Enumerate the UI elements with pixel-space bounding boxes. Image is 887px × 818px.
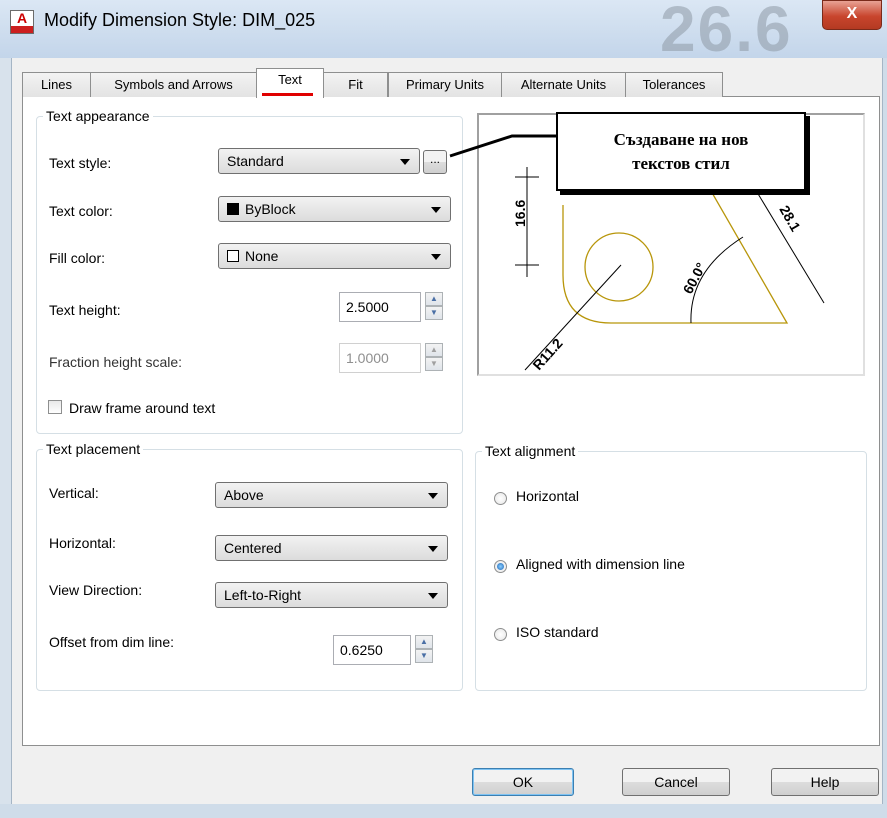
background-drawing-digits: 26.6 (660, 0, 793, 65)
window-edge (0, 58, 11, 804)
chevron-down-icon (428, 493, 438, 499)
chevron-down-icon (428, 593, 438, 599)
title-bar: A Modify Dimension Style: DIM_025 26.6 X (0, 0, 887, 65)
vertical-value: Above (224, 487, 264, 503)
text-placement-legend: Text placement (46, 441, 141, 457)
vertical-select[interactable]: Above (215, 482, 448, 508)
close-button[interactable]: X (822, 0, 882, 30)
spin-down-icon[interactable]: ▼ (425, 306, 443, 320)
dim-slanted-text: 28.1 (776, 203, 804, 235)
text-height-label: Text height: (49, 302, 121, 318)
fill-color-select[interactable]: None (218, 243, 451, 269)
draw-frame-checkbox[interactable] (48, 400, 62, 414)
tab-alternate-units[interactable]: Alternate Units (501, 72, 626, 97)
text-height-value: 2.5000 (346, 299, 389, 315)
offset-label: Offset from dim line: (49, 634, 175, 650)
dim-angle-text: 60.0° (680, 260, 710, 297)
annotation-callout: Създаване на нов текстов стил (556, 112, 806, 191)
vertical-label: Vertical: (49, 485, 99, 501)
text-style-select[interactable]: Standard (218, 148, 420, 174)
annotation-pointer (449, 134, 558, 158)
tab-lines[interactable]: Lines (22, 72, 91, 97)
offset-value: 0.6250 (340, 642, 383, 658)
text-style-value: Standard (227, 153, 284, 169)
horizontal-option-label: Horizontal (516, 488, 580, 504)
chevron-down-icon (431, 254, 441, 260)
dim-vertical-text: 16.6 (512, 200, 528, 227)
text-color-value: ByBlock (245, 201, 296, 217)
chevron-down-icon (431, 207, 441, 213)
horizontal-radio[interactable] (494, 492, 507, 505)
text-appearance-legend: Text appearance (46, 108, 150, 124)
fraction-height-label: Fraction height scale: (49, 354, 183, 370)
cancel-button[interactable]: Cancel (622, 768, 730, 796)
fill-color-value: None (245, 248, 279, 264)
text-style-label: Text style: (49, 155, 112, 171)
dim-radius-text: R11.2 (529, 335, 566, 373)
spin-down-icon: ▼ (425, 357, 443, 371)
text-alignment-legend: Text alignment (485, 443, 576, 459)
horizontal-value: Centered (224, 540, 282, 556)
active-tab-underline (262, 93, 313, 96)
spin-up-icon: ▲ (425, 343, 443, 357)
spin-up-icon[interactable]: ▲ (425, 292, 443, 306)
aligned-radio[interactable] (494, 560, 507, 573)
view-direction-label: View Direction: (49, 582, 143, 598)
color-swatch-icon (227, 203, 239, 215)
text-color-select[interactable]: ByBlock (218, 196, 451, 222)
aligned-option-label: Aligned with dimension line (516, 556, 685, 572)
chevron-down-icon (400, 159, 410, 165)
autocad-app-icon: A (10, 10, 34, 34)
help-button[interactable]: Help (771, 768, 879, 796)
horizontal-select[interactable]: Centered (215, 535, 448, 561)
annotation-line-2: текстов стил (632, 154, 730, 173)
horizontal-label: Horizontal: (49, 535, 116, 551)
preview-part-outline (562, 176, 789, 324)
draw-frame-label: Draw frame around text (69, 400, 216, 416)
text-color-label: Text color: (49, 203, 113, 219)
tab-tolerances[interactable]: Tolerances (625, 72, 723, 97)
tab-symbols-and-arrows[interactable]: Symbols and Arrows (90, 72, 257, 97)
fraction-height-value: 1.0000 (346, 350, 389, 366)
view-direction-value: Left-to-Right (224, 587, 302, 603)
fill-color-label: Fill color: (49, 250, 106, 266)
tab-fit[interactable]: Fit (323, 72, 388, 97)
view-direction-select[interactable]: Left-to-Right (215, 582, 448, 608)
iso-standard-radio[interactable] (494, 628, 507, 641)
iso-option-label: ISO standard (516, 624, 599, 640)
annotation-line-1: Създаване на нов (613, 130, 749, 149)
window-title: Modify Dimension Style: DIM_025 (44, 10, 316, 30)
spin-up-icon[interactable]: ▲ (415, 635, 433, 649)
ok-button[interactable]: OK (472, 768, 574, 796)
chevron-down-icon (428, 546, 438, 552)
spin-down-icon[interactable]: ▼ (415, 649, 433, 663)
empty-swatch-icon (227, 250, 239, 262)
tab-primary-units[interactable]: Primary Units (388, 72, 502, 97)
